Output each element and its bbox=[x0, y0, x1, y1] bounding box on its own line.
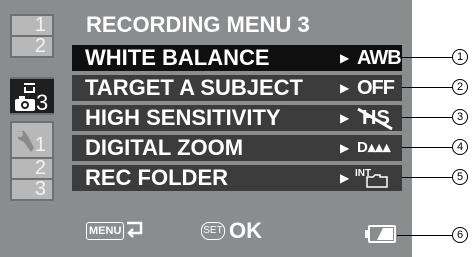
arrow-right-icon: ▶ bbox=[340, 51, 350, 65]
menu-item-label: TARGET A SUBJECT bbox=[85, 75, 303, 100]
off-slash-icon bbox=[357, 107, 393, 131]
menu-item-rec-folder[interactable]: REC FOLDER ▶ INT bbox=[72, 165, 402, 191]
tab-setup-3[interactable]: 3 bbox=[12, 179, 52, 199]
page-title: RECORDING MENU 3 bbox=[86, 12, 310, 37]
menu-item-high-sensitivity[interactable]: HIGH SENSITIVITY ▶ HS bbox=[72, 105, 402, 131]
menu-item-value: OFF bbox=[357, 77, 395, 99]
tab-setup-1[interactable]: 1 bbox=[12, 123, 52, 159]
tab-recording-1[interactable]: 1 bbox=[12, 15, 52, 37]
tab-active-number: 3 bbox=[36, 90, 49, 115]
wrench-icon bbox=[17, 131, 34, 152]
callout-2: 2 bbox=[452, 79, 468, 95]
menu-item-value: AWB bbox=[357, 47, 402, 69]
callout-line-1 bbox=[402, 57, 452, 58]
callout-line-2 bbox=[402, 87, 452, 88]
menu-item-target-a-subject[interactable]: TARGET A SUBJECT ▶ OFF bbox=[72, 75, 402, 101]
callout-line-6 bbox=[397, 235, 452, 236]
menu-item-label: DIGITAL ZOOM bbox=[85, 135, 244, 160]
recording-tab-group: 1 2 bbox=[10, 14, 54, 58]
tab-setup-2[interactable]: 2 bbox=[12, 158, 52, 180]
return-arrow-icon bbox=[127, 221, 143, 238]
tab-recording-3-active[interactable]: 3 bbox=[10, 77, 54, 115]
menu-item-white-balance[interactable]: WHITE BALANCE ▶ AWB bbox=[72, 45, 402, 71]
callout-3: 3 bbox=[452, 109, 468, 125]
battery-icon bbox=[365, 225, 396, 243]
arrow-right-icon: ▶ bbox=[340, 141, 350, 155]
folder-icon bbox=[366, 174, 388, 188]
menu-item-label: WHITE BALANCE bbox=[85, 45, 270, 70]
menu-button[interactable]: MENU bbox=[86, 222, 125, 240]
tab-recording-2[interactable]: 2 bbox=[12, 36, 52, 56]
callout-line-3 bbox=[402, 117, 452, 118]
menu-item-label: REC FOLDER bbox=[85, 165, 228, 190]
callout-1: 1 bbox=[452, 49, 468, 65]
ok-label: OK bbox=[229, 218, 262, 243]
menu-item-value: D▴▴▴ bbox=[357, 139, 391, 156]
menu-item-label: HIGH SENSITIVITY bbox=[85, 105, 281, 130]
tab-setup-1-number: 1 bbox=[34, 134, 46, 156]
callout-4: 4 bbox=[452, 139, 468, 155]
callout-6: 6 bbox=[452, 227, 468, 243]
arrow-right-icon: ▶ bbox=[340, 81, 350, 95]
callout-line-4 bbox=[402, 147, 452, 148]
camera-screen: 1 2 3 1 2 3 RECORDING MENU 3 WHITE BALAN… bbox=[0, 0, 412, 257]
callout-5: 5 bbox=[452, 169, 468, 185]
camera-mode-icon bbox=[15, 83, 35, 111]
menu-item-digital-zoom[interactable]: DIGITAL ZOOM ▶ D▴▴▴ bbox=[72, 135, 402, 161]
setup-tab-group: 1 2 3 bbox=[10, 121, 54, 201]
arrow-right-icon: ▶ bbox=[340, 171, 350, 185]
arrow-right-icon: ▶ bbox=[340, 111, 350, 125]
menu-tabs: 1 2 3 1 2 3 bbox=[0, 0, 57, 257]
callout-line-5 bbox=[402, 177, 452, 178]
set-button[interactable]: SET bbox=[201, 222, 225, 240]
